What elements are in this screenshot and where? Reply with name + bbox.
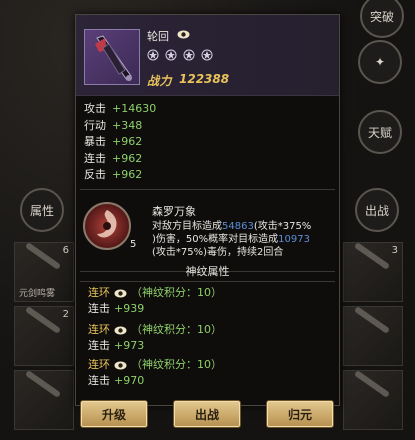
- deploy-tab[interactable]: 出战: [355, 188, 399, 232]
- stat-name: 连击: [84, 151, 106, 165]
- star-rating: [147, 49, 213, 61]
- rune-entry: 连环 （神纹积分：10） 连击 +939: [88, 285, 328, 317]
- rune-title: 连环 （神纹积分：10）: [88, 357, 328, 373]
- rune-eye-icon: [114, 361, 127, 369]
- inventory-slot[interactable]: [343, 306, 403, 366]
- stat-row: 行动 +348: [84, 118, 324, 135]
- rune-effect-value: +973: [114, 339, 145, 352]
- stat-value: +962: [112, 151, 143, 165]
- power-value: 122388: [179, 72, 230, 86]
- sword-icon: [24, 306, 62, 334]
- skill-block: 5 森罗万象 对敌方目标造成54863(攻击*375% )伤害，50%概率对目标…: [76, 186, 339, 268]
- desc-text: )伤害，50%概率对目标造成: [152, 234, 279, 245]
- stat-row: 攻击 +14630: [84, 101, 324, 118]
- slot-count: 3: [391, 245, 398, 256]
- slot-count: 2: [62, 309, 69, 320]
- rune-name: 连环: [88, 323, 110, 336]
- rune-title: 连环 （神纹积分：10）: [88, 322, 328, 338]
- upgrade-button[interactable]: 升级: [80, 400, 148, 428]
- desc-text: (攻击*75%)毒伤，持续2回合: [152, 247, 284, 258]
- sword-icon: [353, 306, 391, 334]
- item-tooltip: 轮回 战力 122388 攻击 +14630 行动 +348 暴击 +962 连击 +9…: [75, 14, 340, 406]
- deploy-button[interactable]: 出战: [173, 400, 241, 428]
- stat-value: +962: [112, 168, 143, 181]
- rune-effect-name: 连击: [88, 374, 110, 387]
- rune-entry: 连环 （神纹积分：10） 连击 +973: [88, 322, 328, 354]
- rune-effect: 连击 +973: [88, 338, 328, 354]
- skill-name: 森罗万象: [152, 205, 196, 218]
- rune-entry: 连环 （神纹积分：10） 连击 +970: [88, 357, 328, 389]
- rune-effect-value: +939: [114, 302, 145, 315]
- tooltip-header: 轮回 战力 122388: [76, 15, 339, 96]
- talent-button[interactable]: 天赋: [358, 110, 402, 154]
- stat-value: +962: [112, 135, 143, 148]
- formation-button[interactable]: ✦: [358, 40, 402, 84]
- sword-formation-icon: ✦: [374, 55, 386, 69]
- breakthrough-label: 突破: [369, 9, 394, 24]
- rune-eye-icon: [114, 289, 127, 297]
- inventory-slot[interactable]: 3: [343, 242, 403, 302]
- slot-count: 6: [62, 245, 69, 256]
- stat-value: +14630: [112, 102, 157, 115]
- rune-name: 连环: [88, 358, 110, 371]
- rune-points: （神纹积分：10）: [131, 358, 222, 371]
- slot-caption: 元剑鸣雾: [19, 289, 56, 299]
- inventory-slot[interactable]: [343, 370, 403, 430]
- stat-row: 反击 +962: [84, 167, 324, 184]
- sword-icon: [24, 242, 62, 270]
- deploy-label: 出战: [364, 203, 389, 218]
- rune-effect-name: 连击: [88, 339, 110, 352]
- rune-name: 连环: [88, 286, 110, 299]
- stat-row: 暴击 +962: [84, 134, 324, 151]
- power-label: 战力: [147, 74, 173, 88]
- stat-list: 攻击 +14630 行动 +348 暴击 +962 连击 +962 反击 +962: [84, 101, 324, 184]
- skill-description: 对敌方目标造成54863(攻击*375% )伤害，50%概率对目标造成10973…: [152, 220, 337, 259]
- item-name: 轮回: [147, 30, 169, 43]
- divider: [80, 281, 335, 282]
- sword-icon: [24, 370, 62, 398]
- rune-effect-value: +970: [114, 374, 145, 387]
- rune-points: （神纹积分：10）: [131, 323, 222, 336]
- quality-eye-icon: [177, 30, 190, 39]
- rune-section-title: 神纹属性: [185, 265, 230, 278]
- sword-icon: [353, 370, 391, 398]
- attributes-label: 属性: [29, 203, 54, 218]
- star-icon: [147, 49, 159, 61]
- stat-value: +348: [112, 118, 143, 132]
- inventory-slot[interactable]: [14, 370, 74, 430]
- star-icon: [183, 49, 195, 61]
- stat-name: 攻击: [84, 102, 106, 115]
- rune-title: 连环 （神纹积分：10）: [88, 285, 328, 301]
- rune-eye-icon: [114, 326, 127, 334]
- desc-text: (攻击*375%: [253, 221, 312, 232]
- weapon-icon: [84, 29, 140, 85]
- stat-name: 行动: [84, 118, 106, 132]
- sword-icon: [353, 242, 391, 270]
- talent-label: 天赋: [367, 125, 392, 140]
- stat-row: 连击 +962: [84, 151, 324, 168]
- rune-effect: 连击 +970: [88, 373, 328, 389]
- rune-points: （神纹积分：10）: [131, 286, 222, 299]
- inventory-slot[interactable]: 2: [14, 306, 74, 366]
- desc-text: 对敌方目标造成: [152, 221, 222, 232]
- stat-name: 暴击: [84, 135, 106, 148]
- skill-icon: [83, 202, 131, 250]
- star-icon: [165, 49, 177, 61]
- star-icon: [201, 49, 213, 61]
- desc-number: 10973: [278, 234, 310, 245]
- attributes-tab[interactable]: 属性: [20, 188, 64, 232]
- skill-level: 5: [130, 239, 137, 250]
- inventory-slot[interactable]: 6 元剑鸣雾: [14, 242, 74, 302]
- rune-effect-name: 连击: [88, 302, 110, 315]
- stat-name: 反击: [84, 168, 106, 181]
- return-button[interactable]: 归元: [266, 400, 334, 428]
- desc-number: 54863: [222, 221, 254, 232]
- rune-effect: 连击 +939: [88, 301, 328, 317]
